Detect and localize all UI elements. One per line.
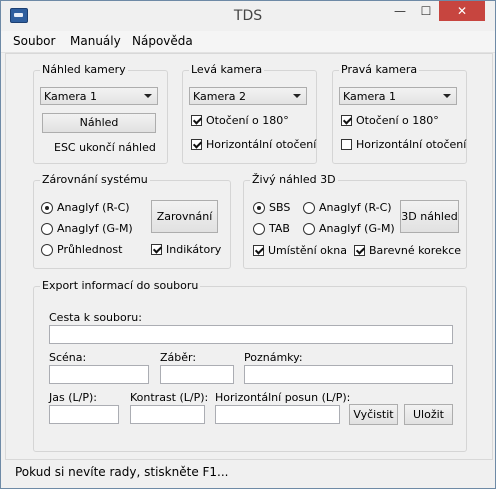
left-rotate-label: Otočení o 180° <box>206 114 289 127</box>
live3d-mode-label: Anaglyf (G-M) <box>319 222 395 235</box>
live-3d-label: Živý náhled 3D <box>250 173 338 186</box>
status-bar-text: Pokud si nevíte rady, stiskněte F1... <box>15 465 229 479</box>
title-bar: TDS — ☐ ✕ <box>1 1 495 30</box>
live3d-mode-anaglyph-rc[interactable]: Anaglyf (R-C) <box>303 201 392 214</box>
alignment-group: Zárovnání systému Anaglyf (R-C) Anaglyf … <box>33 173 231 269</box>
alignment-option-label: Anaglyf (G-M) <box>57 222 133 235</box>
minimize-button[interactable]: — <box>387 1 413 21</box>
chevron-down-icon <box>443 94 451 98</box>
app-window: TDS — ☐ ✕ Soubor Manuály Nápověda Náhled… <box>0 0 496 489</box>
left-camera-group: Levá kamera Kamera 2 Otočení o 180° Hori… <box>182 63 317 164</box>
path-label: Cesta k souboru: <box>49 311 142 324</box>
left-rotate-checkbox[interactable]: Otočení o 180° <box>191 114 289 127</box>
color-correction-checkbox[interactable]: Barevné korekce <box>354 244 461 257</box>
window-placement-checkbox[interactable]: Umístění okna <box>253 244 347 257</box>
3d-preview-button[interactable]: 3D náhled <box>400 200 459 233</box>
shot-label: Záběr: <box>160 351 197 364</box>
preview-hint: ESC ukončí náhled <box>54 141 156 154</box>
radio-unselected-icon <box>253 222 265 235</box>
left-camera-select[interactable]: Kamera 2 <box>189 87 307 105</box>
radio-unselected-icon <box>303 222 315 235</box>
brightness-input[interactable] <box>49 405 119 424</box>
maximize-button[interactable]: ☐ <box>413 1 439 21</box>
menu-manualy[interactable]: Manuály <box>70 34 121 48</box>
right-rotate-checkbox[interactable]: Otočení o 180° <box>341 114 439 127</box>
menu-soubor[interactable]: Soubor <box>13 34 55 48</box>
menu-bar: Soubor Manuály Nápověda <box>1 31 495 53</box>
checkbox-checked-icon <box>253 245 264 256</box>
checkbox-unchecked-icon <box>341 139 352 150</box>
chevron-down-icon <box>293 94 301 98</box>
alignment-option-label: Anaglyf (R-C) <box>57 201 130 214</box>
notes-input[interactable] <box>244 365 453 384</box>
checkbox-checked-icon <box>191 115 202 126</box>
hshift-input[interactable] <box>215 405 340 424</box>
chevron-down-icon <box>144 94 152 98</box>
checkbox-checked-icon <box>151 244 162 255</box>
live-3d-group: Živý náhled 3D SBS TAB Anaglyf (R-C) Ana… <box>243 173 467 269</box>
left-camera-label: Levá kamera <box>189 63 265 76</box>
export-label: Export informací do souboru <box>40 279 201 292</box>
alignment-label: Zárovnání systému <box>40 173 150 186</box>
live3d-mode-anaglyph-gm[interactable]: Anaglyf (G-M) <box>303 222 395 235</box>
alignment-option-anaglyph-gm[interactable]: Anaglyf (G-M) <box>41 222 133 235</box>
clear-button[interactable]: Vyčistit <box>349 404 398 425</box>
contrast-label: Kontrast (L/P): <box>130 391 209 404</box>
radio-selected-icon <box>253 201 265 214</box>
left-hflip-label: Horizontální otočení <box>206 138 317 151</box>
indicators-checkbox[interactable]: Indikátory <box>151 243 221 256</box>
alignment-option-anaglyph-rc[interactable]: Anaglyf (R-C) <box>41 201 130 214</box>
hshift-label: Horizontální posun (L/P): <box>215 391 351 404</box>
contrast-input[interactable] <box>130 405 205 424</box>
shot-input[interactable] <box>160 365 234 384</box>
right-camera-value: Kamera 1 <box>343 90 397 103</box>
live3d-mode-label: TAB <box>269 222 290 235</box>
alignment-option-label: Průhlednost <box>57 243 123 256</box>
save-button[interactable]: Uložit <box>404 404 453 425</box>
preview-button[interactable]: Náhled <box>42 113 156 133</box>
live3d-mode-label: Anaglyf (R-C) <box>319 201 392 214</box>
color-correction-label: Barevné korekce <box>369 244 462 257</box>
indicators-label: Indikátory <box>166 243 222 256</box>
left-hflip-checkbox[interactable]: Horizontální otočení <box>191 138 316 151</box>
radio-selected-icon <box>41 201 53 214</box>
right-hflip-checkbox[interactable]: Horizontální otočení <box>341 138 466 151</box>
scene-label: Scéna: <box>49 351 87 364</box>
menu-napoveda[interactable]: Nápověda <box>132 34 193 48</box>
export-group: Export informací do souboru Cesta k soub… <box>33 279 467 452</box>
brightness-label: Jas (L/P): <box>49 391 97 404</box>
left-camera-value: Kamera 2 <box>193 90 247 103</box>
live3d-mode-tab[interactable]: TAB <box>253 222 290 235</box>
live3d-mode-sbs[interactable]: SBS <box>253 201 290 214</box>
preview-camera-value: Kamera 1 <box>44 90 98 103</box>
right-camera-select[interactable]: Kamera 1 <box>339 87 457 105</box>
radio-unselected-icon <box>41 222 53 235</box>
camera-preview-group: Náhled kamery Kamera 1 Náhled ESC ukončí… <box>33 63 168 164</box>
checkbox-checked-icon <box>341 115 352 126</box>
main-panel: Náhled kamery Kamera 1 Náhled ESC ukončí… <box>5 53 493 460</box>
preview-camera-select[interactable]: Kamera 1 <box>40 87 158 105</box>
alignment-option-transparency[interactable]: Průhlednost <box>41 243 122 256</box>
right-rotate-label: Otočení o 180° <box>356 114 439 127</box>
live3d-mode-label: SBS <box>269 201 291 214</box>
camera-preview-label: Náhled kamery <box>40 63 128 76</box>
right-camera-group: Pravá kamera Kamera 1 Otočení o 180° Hor… <box>332 63 467 164</box>
radio-unselected-icon <box>41 243 53 256</box>
scene-input[interactable] <box>49 365 149 384</box>
window-placement-label: Umístění okna <box>268 244 347 257</box>
radio-unselected-icon <box>303 201 315 214</box>
align-button[interactable]: Zarovnání <box>151 200 218 233</box>
notes-label: Poznámky: <box>244 351 303 364</box>
checkbox-checked-icon <box>191 139 202 150</box>
right-camera-label: Pravá kamera <box>339 63 420 76</box>
right-hflip-label: Horizontální otočení <box>356 138 467 151</box>
checkbox-checked-icon <box>354 245 365 256</box>
close-button[interactable]: ✕ <box>439 1 485 21</box>
path-input[interactable] <box>49 325 453 344</box>
